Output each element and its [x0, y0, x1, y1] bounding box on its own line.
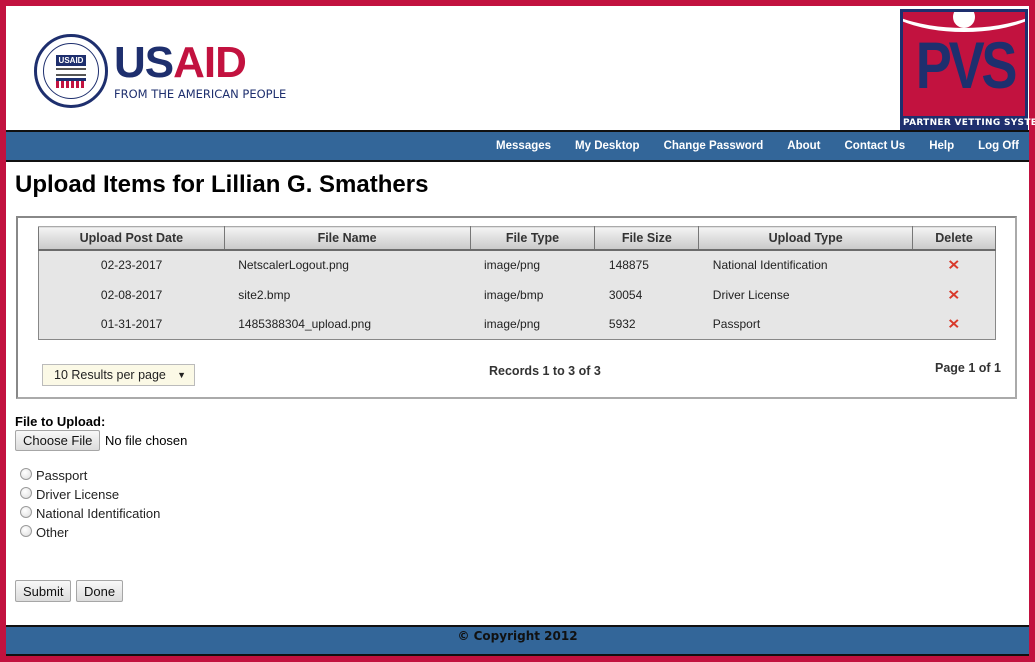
radio-passport[interactable]: Passport — [20, 466, 160, 485]
page-indicator: Page 1 of 1 — [935, 361, 1001, 375]
pvs-letters: PVS — [915, 28, 1018, 102]
table-row: 02-08-2017 site2.bmp image/bmp 30054 Dri… — [39, 280, 996, 310]
column-header-upload-post-date[interactable]: Upload Post Date — [38, 226, 225, 251]
radio-button[interactable] — [20, 506, 32, 518]
cell-file-size: 30054 — [608, 287, 643, 302]
copyright-text: © Copyright 2012 — [457, 629, 578, 643]
cell-file-name: site2.bmp — [238, 287, 291, 302]
cell-file-type: image/png — [484, 258, 541, 272]
nav-help[interactable]: Help — [929, 140, 954, 152]
cell-file-name: 1485388304_upload.png — [238, 317, 372, 332]
uploads-panel: Upload Post Date File Name File Type Fil… — [16, 216, 1017, 399]
radio-label: Passport — [36, 468, 88, 483]
column-header-delete: Delete — [912, 226, 996, 251]
column-header-file-size[interactable]: File Size — [594, 226, 700, 251]
cell-upload-type: Passport — [712, 317, 761, 332]
cell-delete: ✕ — [913, 280, 996, 310]
file-to-upload-label: File to Upload: — [15, 414, 106, 429]
radio-label: National Identification — [36, 506, 161, 521]
radio-other[interactable]: Other — [20, 523, 160, 542]
cell-delete: ✕ — [913, 310, 996, 340]
cell-file-type: image/bmp — [484, 287, 544, 302]
column-header-file-name[interactable]: File Name — [223, 226, 471, 251]
cell-upload-type: National Identification — [712, 258, 828, 272]
radio-driver-license[interactable]: Driver License — [20, 485, 160, 504]
nav-log-off[interactable]: Log Off — [978, 140, 1019, 152]
pvs-logo: PVS PARTNER VETTING SYSTEM — [900, 9, 1035, 130]
cell-date: 02-23-2017 — [100, 258, 163, 272]
radio-label: Driver License — [36, 487, 120, 502]
footer: © Copyright 2012 — [6, 625, 1029, 656]
table-row: 02-23-2017 NetscalerLogout.png image/png… — [39, 250, 996, 280]
cell-date: 01-31-2017 — [100, 317, 163, 332]
wordmark-us: US — [114, 38, 174, 87]
uploads-table: Upload Post Date File Name File Type Fil… — [38, 226, 996, 340]
usaid-wordmark: USAID FROM THE AMERICAN PEOPLE — [114, 38, 287, 102]
results-per-page-value: 10 Results per page — [54, 368, 166, 382]
radio-button[interactable] — [20, 468, 32, 480]
radio-button[interactable] — [20, 487, 32, 499]
submit-button[interactable]: Submit — [15, 580, 72, 602]
radio-button[interactable] — [20, 525, 32, 537]
radio-national-identification[interactable]: National Identification — [20, 504, 160, 523]
delete-x-icon[interactable]: ✕ — [947, 286, 960, 302]
handshake-icon — [56, 67, 86, 76]
upload-type-radio-group: Passport Driver License National Identif… — [20, 466, 160, 542]
delete-x-icon[interactable]: ✕ — [947, 257, 960, 273]
usaid-seal-icon: USAID — [34, 34, 108, 108]
dropdown-arrow-icon: ▼ — [177, 370, 186, 380]
cell-delete: ✕ — [913, 250, 996, 280]
usaid-tagline: FROM THE AMERICAN PEOPLE — [114, 87, 287, 101]
seal-label: USAID — [55, 54, 87, 66]
table-header-row: Upload Post Date File Name File Type Fil… — [38, 226, 996, 251]
header: USAID USAID FROM THE AMERICAN PEOPLE PVS… — [6, 6, 1035, 130]
page-title: Upload Items for Lillian G. Smathers — [15, 171, 429, 198]
no-file-chosen-text: No file chosen — [105, 433, 188, 448]
results-per-page-select[interactable]: 10 Results per page ▼ — [42, 364, 195, 386]
nav-contact-us[interactable]: Contact Us — [845, 140, 906, 152]
pvs-caption: PARTNER VETTING SYSTEM — [903, 116, 1035, 130]
nav-my-desktop[interactable]: My Desktop — [575, 140, 640, 152]
column-header-file-type[interactable]: File Type — [469, 226, 596, 251]
choose-file-button[interactable]: Choose File — [15, 430, 101, 451]
wordmark-aid: AID — [173, 38, 247, 87]
done-button[interactable]: Done — [76, 580, 124, 602]
cell-date: 02-08-2017 — [100, 287, 163, 302]
table-row: 01-31-2017 1485388304_upload.png image/p… — [39, 310, 996, 340]
column-header-upload-type[interactable]: Upload Type — [698, 226, 914, 251]
nav-change-password[interactable]: Change Password — [664, 140, 764, 152]
cell-file-size: 5932 — [608, 317, 636, 332]
cell-file-name: NetscalerLogout.png — [238, 258, 349, 272]
nav-messages[interactable]: Messages — [496, 140, 551, 152]
page-frame: USAID USAID FROM THE AMERICAN PEOPLE PVS… — [6, 6, 1035, 656]
cell-upload-type: Driver License — [712, 287, 790, 302]
delete-x-icon[interactable]: ✕ — [947, 316, 960, 332]
records-count: Records 1 to 3 of 3 — [489, 364, 601, 378]
flag-stripes-icon — [56, 77, 86, 88]
usaid-logo: USAID USAID FROM THE AMERICAN PEOPLE — [34, 34, 286, 108]
cell-file-type: image/png — [484, 317, 541, 332]
top-nav: Messages My Desktop Change Password Abou… — [6, 130, 1029, 162]
nav-about[interactable]: About — [787, 140, 820, 152]
cell-file-size: 148875 — [608, 258, 649, 272]
radio-label: Other — [36, 525, 69, 540]
